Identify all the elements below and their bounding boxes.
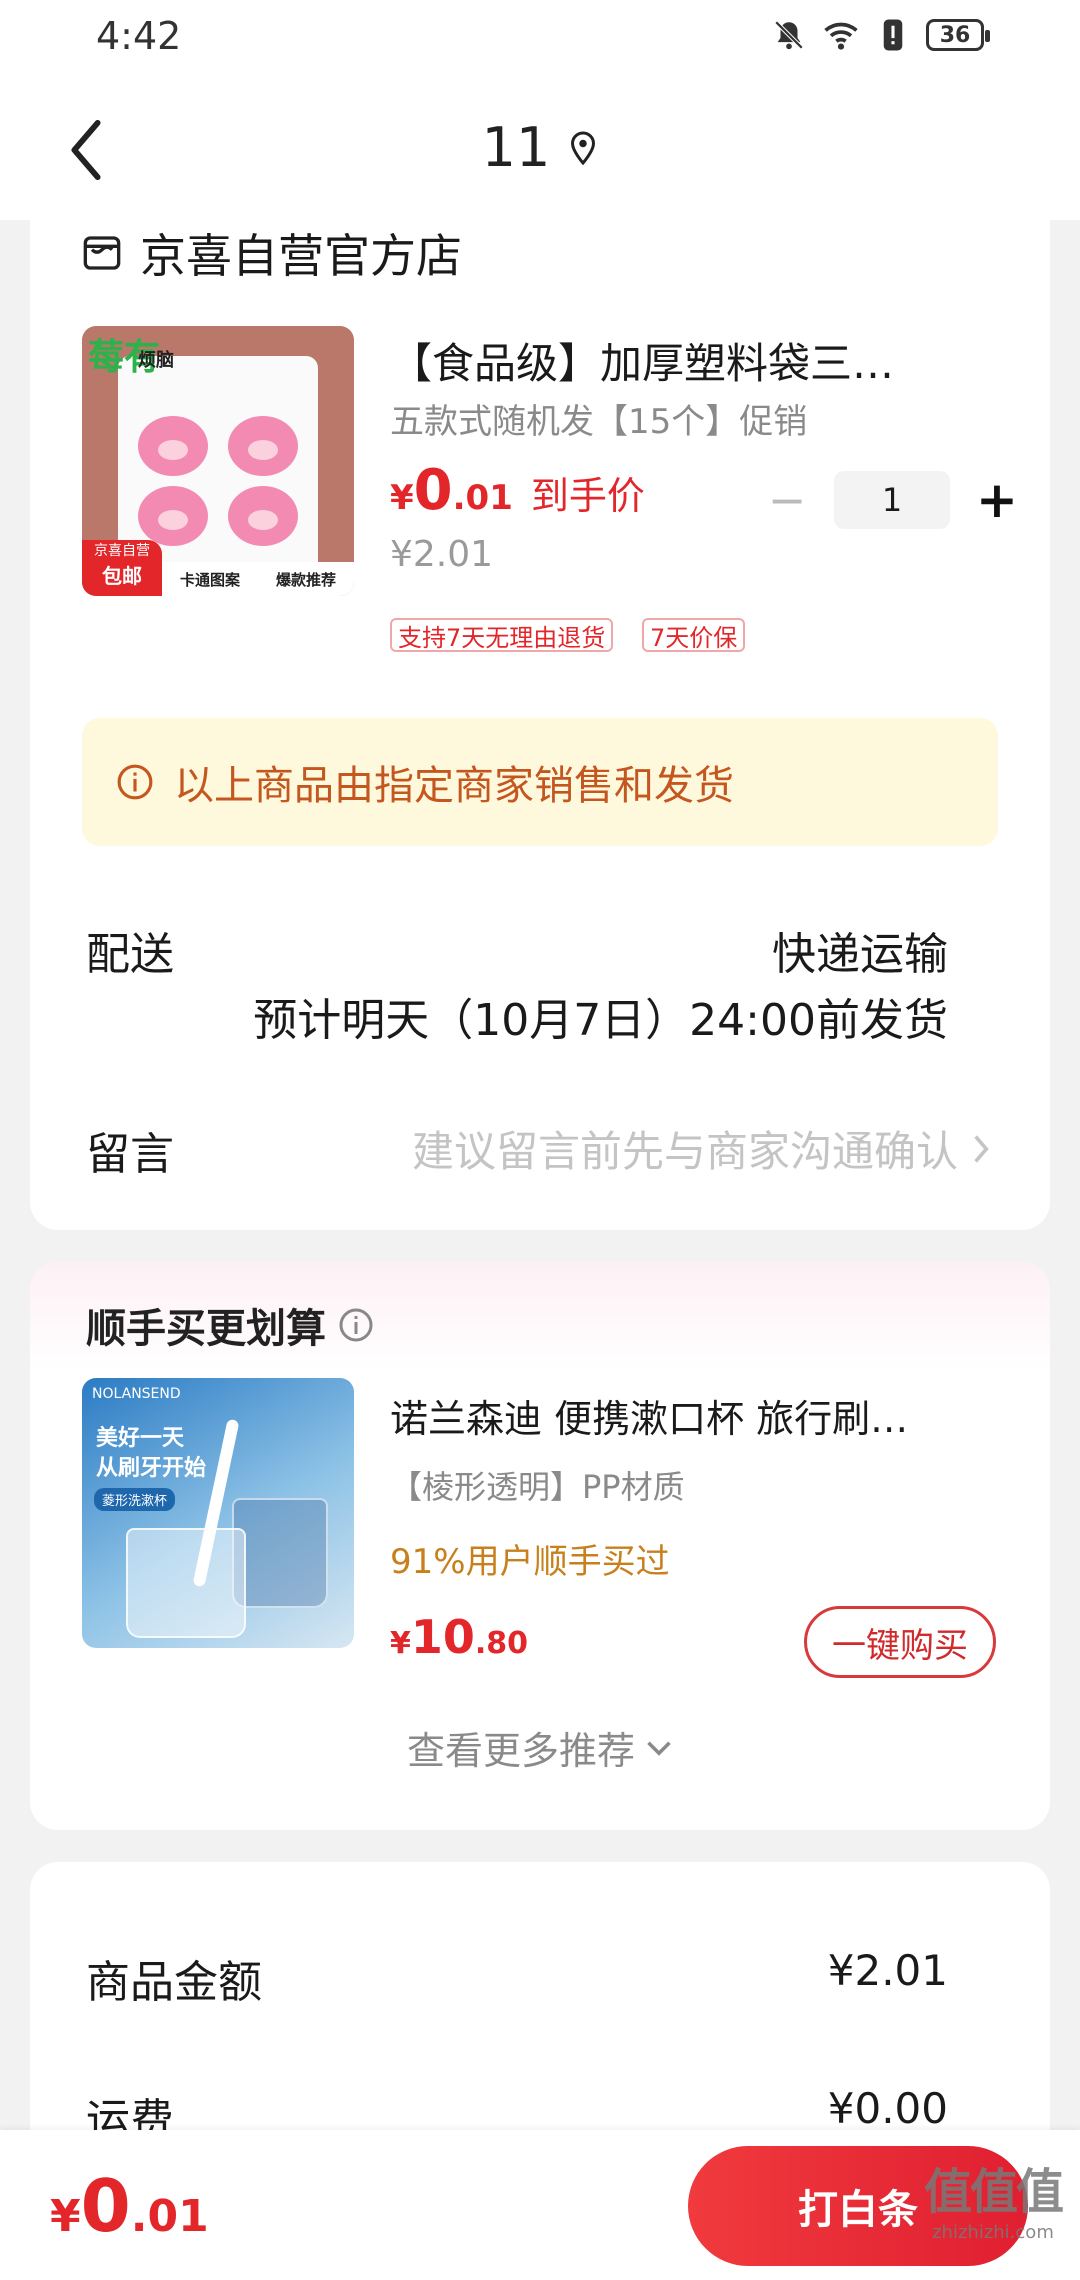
price-decimal: .80 xyxy=(474,1626,529,1661)
bear-illustration xyxy=(138,416,208,476)
product-image[interactable]: 莓有 烦脑 京喜自营 包邮 卡通图案 爆款推荐 xyxy=(82,326,354,596)
image-strip-text: 卡通图案 xyxy=(179,570,240,589)
alert-icon xyxy=(874,16,912,54)
service-tag: 支持7天无理由退货 xyxy=(390,618,614,652)
status-time: 4:42 xyxy=(96,14,182,58)
recommend-product-spec: 【棱形透明】PP材质 xyxy=(390,1468,685,1506)
delivery-estimate: 预计明天（10月7日）24:00前发货 xyxy=(253,995,948,1046)
status-icons: 36 xyxy=(770,16,990,54)
price-decimal: .01 xyxy=(130,2191,209,2242)
product-price: ¥ 0 .01 到手价 xyxy=(390,458,645,523)
bear-illustration xyxy=(228,486,298,546)
image-badge: 京喜自营 包邮 xyxy=(82,540,162,596)
location-pin-icon xyxy=(571,130,596,165)
watermark-logo: 值值值 zhizhizhi.com xyxy=(923,2152,1064,2243)
image-slogan-line: 从刷牙开始 xyxy=(96,1456,207,1481)
price-tag: 到手价 xyxy=(530,474,645,518)
mute-bell-icon xyxy=(770,16,808,54)
bear-illustration xyxy=(138,486,208,546)
shipping-value: ¥0.00 xyxy=(827,2084,948,2133)
product-title[interactable]: 【食品级】加厚塑料袋三… xyxy=(390,330,1000,391)
decrement-button[interactable]: − xyxy=(752,470,822,530)
store-header[interactable]: 京喜自营官方店 xyxy=(82,220,462,286)
price-integer: 10 xyxy=(410,1610,475,1664)
price-currency: ¥ xyxy=(390,478,414,518)
goods-amount-value: ¥2.01 xyxy=(827,1946,948,1995)
product-spec[interactable]: 五款式随机发【15个】促销 xyxy=(390,394,807,443)
chevron-right-icon xyxy=(974,1134,989,1163)
watermark-text: 值值值 xyxy=(923,2164,1064,2220)
image-strip-text: 爆款推荐 xyxy=(275,570,336,589)
service-tag: 7天价保 xyxy=(642,618,746,652)
price-currency: ¥ xyxy=(390,1626,411,1661)
cup-illustration xyxy=(126,1528,246,1638)
cup-illustration xyxy=(232,1498,328,1608)
image-slogan-tag: 菱形洗漱杯 xyxy=(94,1488,176,1511)
quantity-value[interactable]: 1 xyxy=(834,471,950,529)
recommend-percent: 91%用户顺手买过 xyxy=(390,1542,670,1582)
price-currency: ¥ xyxy=(50,2191,81,2242)
delivery-method[interactable]: 快递运输 xyxy=(772,918,948,982)
image-badge-line: 京喜自营 xyxy=(94,543,150,559)
recommend-product-title[interactable]: 诺兰森迪 便携漱口杯 旅行刷… xyxy=(390,1388,1000,1443)
watermark-url: zhizhizhi.com xyxy=(932,2222,1054,2243)
quantity-stepper: − 1 + xyxy=(752,470,1032,530)
image-badge-line: 包邮 xyxy=(102,564,142,588)
more-recommend-button[interactable]: 查看更多推荐 xyxy=(30,1720,1050,1775)
more-recommend-label: 查看更多推荐 xyxy=(406,1729,635,1773)
pay-label: 打白条 xyxy=(798,2187,918,2233)
message-field[interactable]: 建议留言前先与商家沟通确认 xyxy=(412,1118,990,1179)
notice-text: 以上商品由指定商家销售和发货 xyxy=(174,763,734,809)
image-brand: NOLANSEND xyxy=(92,1386,181,1402)
address-selector[interactable]: 11 xyxy=(0,116,1080,179)
image-slogan-line: 美好一天 xyxy=(96,1426,185,1451)
image-strip: 卡通图案 爆款推荐 xyxy=(162,562,354,596)
seller-notice: 以上商品由指定商家销售和发货 xyxy=(82,718,998,846)
message-hint: 建议留言前先与商家沟通确认 xyxy=(411,1127,958,1176)
image-text: 烦脑 xyxy=(138,350,174,371)
price-decimal: .01 xyxy=(452,478,513,518)
checkout-bar: ¥ 0 .01 打白条 值值值 zhizhizhi.com xyxy=(0,2130,1080,2280)
order-item-card: 京喜自营官方店 莓有 烦脑 京喜自营 包邮 卡通图案 爆款推荐 【食品级】加厚塑… xyxy=(30,200,1050,1230)
price-integer: 0 xyxy=(80,2164,131,2248)
recommend-title: 顺手买更划算 xyxy=(86,1306,326,1352)
total-price: ¥ 0 .01 xyxy=(50,2164,209,2248)
status-bar: 4:42 36 xyxy=(0,0,1080,80)
recommend-card: 顺手买更划算 NOLANSEND 美好一天 从刷牙开始 菱形洗漱杯 诺兰森迪 便… xyxy=(30,1262,1050,1830)
info-icon xyxy=(117,764,153,800)
bear-illustration xyxy=(228,416,298,476)
store-icon xyxy=(83,236,121,270)
wifi-icon xyxy=(822,16,860,54)
price-integer: 0 xyxy=(413,458,453,523)
chevron-down-icon xyxy=(647,1741,671,1756)
battery-icon: 36 xyxy=(926,19,990,51)
original-price: ¥2.01 xyxy=(390,534,494,575)
store-name: 京喜自营官方店 xyxy=(140,229,462,283)
page-header: 11 xyxy=(0,80,1080,220)
one-click-buy-button[interactable]: 一键购买 xyxy=(804,1606,996,1678)
page-title: 11 xyxy=(481,116,551,179)
recommend-price: ¥ 10 .80 xyxy=(390,1610,528,1664)
delivery-label: 配送 xyxy=(86,929,174,980)
message-label: 留言 xyxy=(86,1129,174,1180)
goods-amount-label: 商品金额 xyxy=(86,1957,262,2008)
increment-button[interactable]: + xyxy=(962,470,1032,530)
image-slogan: 美好一天 从刷牙开始 xyxy=(96,1424,206,1484)
recommend-header: 顺手买更划算 xyxy=(86,1296,374,1354)
recommend-product-image[interactable]: NOLANSEND 美好一天 从刷牙开始 菱形洗漱杯 xyxy=(82,1378,354,1648)
info-icon[interactable] xyxy=(338,1307,374,1343)
